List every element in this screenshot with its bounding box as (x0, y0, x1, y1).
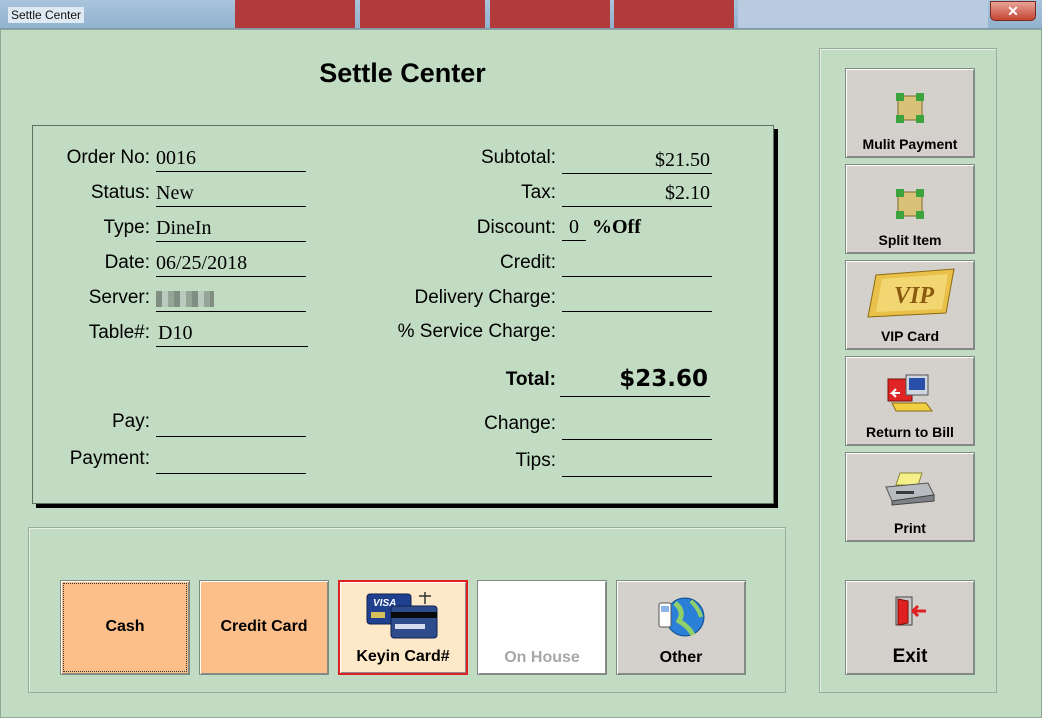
title-bar: Settle Center ✕ (0, 0, 1042, 29)
delivery-charge-label: Delivery Charge: (414, 287, 557, 308)
subtotal-value: $21.50 (562, 148, 712, 174)
tips-field[interactable] (562, 451, 712, 477)
order-no-label: Order No: (66, 147, 150, 168)
return-to-bill-button-label: Return to Bill (866, 424, 954, 440)
change-label: Change: (484, 413, 556, 434)
pay-field[interactable] (156, 411, 306, 437)
credit-value (562, 251, 712, 277)
printer-icon (885, 472, 935, 506)
multi-payment-icon (896, 93, 924, 123)
background-window-strip (235, 0, 355, 28)
status-value: New (156, 181, 306, 207)
cash-button-label: Cash (105, 618, 145, 635)
tips-label: Tips: (515, 450, 556, 471)
type-label: Type: (103, 217, 150, 238)
return-to-bill-icon (887, 374, 933, 412)
print-button-label: Print (894, 520, 926, 536)
discount-label: Discount: (476, 217, 556, 238)
discount-unit: %Off (592, 216, 641, 238)
total-value: $23.60 (560, 365, 710, 397)
close-icon[interactable]: ✕ (990, 1, 1036, 21)
print-button[interactable]: Print (845, 452, 975, 542)
credit-cards-icon: VISA (366, 592, 438, 639)
background-window-strip (614, 0, 734, 28)
payment-field[interactable] (156, 448, 306, 474)
other-button-label: Other (659, 649, 703, 666)
multi-payment-button-label: Mulit Payment (862, 136, 958, 152)
table-label: Table#: (88, 322, 150, 343)
service-charge-label: % Service Charge: (397, 321, 556, 342)
total-label: Total: (505, 369, 556, 390)
split-item-button-label: Split Item (878, 232, 942, 248)
date-value: 06/25/2018 (156, 251, 306, 277)
credit-card-button-label: Credit Card (220, 618, 308, 635)
return-to-bill-button[interactable]: Return to Bill (845, 356, 975, 446)
discount-value[interactable]: 0 (562, 215, 586, 241)
multi-payment-button[interactable]: Mulit Payment (845, 68, 975, 158)
server-label: Server: (88, 287, 150, 308)
payment-label: Payment: (69, 448, 150, 469)
pay-label: Pay: (111, 411, 150, 432)
split-item-icon (896, 189, 924, 219)
order-no-value: 0016 (156, 146, 306, 172)
change-value (562, 414, 712, 440)
vip-card-icon: VIP (867, 268, 955, 318)
globe-icon (658, 597, 705, 637)
type-value: DineIn (156, 216, 306, 242)
exit-door-icon (895, 596, 926, 626)
cash-button[interactable]: Cash (60, 580, 190, 675)
delivery-charge-value (562, 286, 712, 312)
server-value (156, 286, 306, 312)
exit-button[interactable]: Exit (845, 580, 975, 675)
background-window-strip (360, 0, 485, 28)
page-title: Settle Center (319, 58, 486, 88)
exit-button-label: Exit (892, 646, 928, 667)
tax-label: Tax: (521, 182, 556, 203)
split-item-button[interactable]: Split Item (845, 164, 975, 254)
date-label: Date: (104, 252, 150, 273)
window-title: Settle Center (8, 7, 85, 23)
background-window-strip (490, 0, 610, 28)
vip-card-button[interactable]: VIP VIP Card (845, 260, 975, 350)
credit-label: Credit: (500, 252, 556, 273)
keyin-card-button[interactable]: VISA Keyin Card# (338, 580, 468, 675)
subtotal-label: Subtotal: (481, 147, 556, 168)
on-house-button-label: On House (504, 649, 580, 666)
credit-card-button[interactable]: Credit Card (199, 580, 329, 675)
other-button[interactable]: Other (616, 580, 746, 675)
table-value: D10 (156, 321, 308, 347)
keyin-card-button-label: Keyin Card# (356, 648, 450, 665)
status-label: Status: (90, 182, 150, 203)
svg-text:VIP: VIP (894, 283, 934, 309)
redacted-server-name (156, 291, 214, 307)
on-house-button[interactable]: On House (477, 580, 607, 675)
background-window-strip (738, 0, 988, 28)
tax-value: $2.10 (562, 181, 712, 207)
vip-card-button-label: VIP Card (880, 328, 940, 344)
